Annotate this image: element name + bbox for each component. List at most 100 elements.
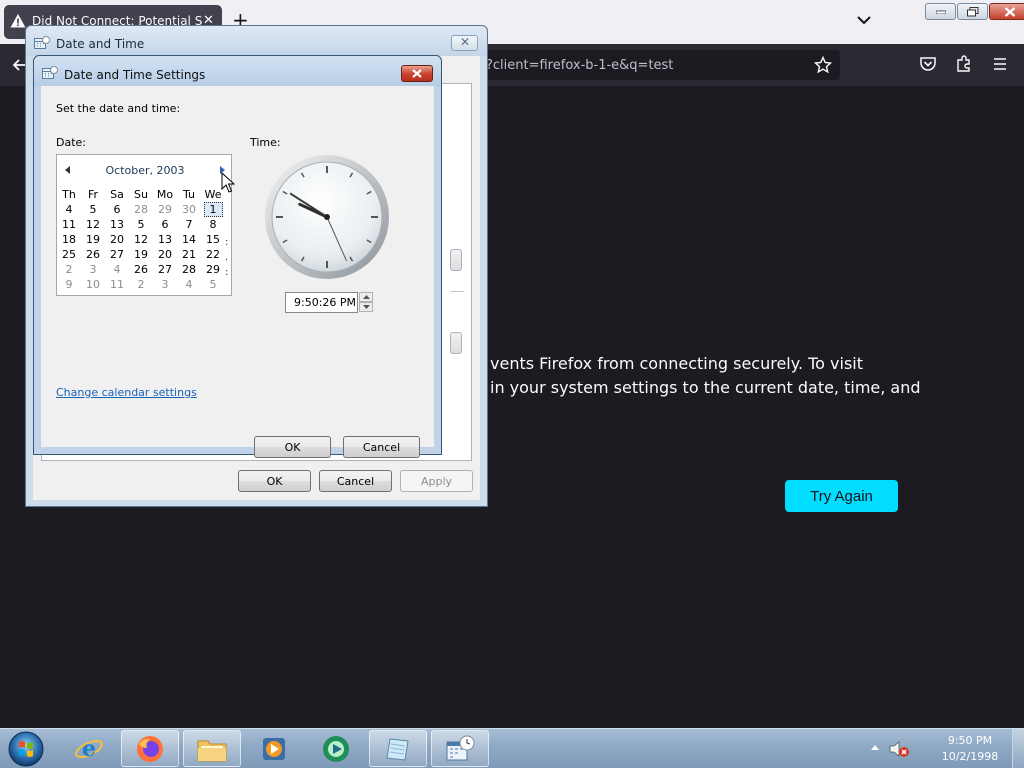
calendar-day[interactable]: 4 xyxy=(105,262,129,277)
calendar-day[interactable]: 20 xyxy=(105,232,129,247)
calendar-day[interactable]: 30 xyxy=(177,202,201,217)
calendar-day[interactable]: 5 xyxy=(201,277,225,292)
weekday-header: Fr xyxy=(87,188,99,201)
calendar-day[interactable]: 28 xyxy=(177,262,201,277)
calendar-day[interactable]: 28 xyxy=(129,202,153,217)
bookmark-star-icon[interactable] xyxy=(814,56,832,74)
calendar-day[interactable]: 10 xyxy=(81,277,105,292)
calendar-day[interactable]: 12 xyxy=(81,217,105,232)
calendar-day[interactable]: 13 xyxy=(153,232,177,247)
taskbar: e 9:50 PM 10/2/1998 xyxy=(0,728,1024,768)
calendar-clock-icon xyxy=(446,735,475,760)
weekday-header: Th xyxy=(62,188,76,201)
internet-explorer-icon: e xyxy=(75,736,103,762)
truncated-column: :.: xyxy=(225,237,229,278)
close-button[interactable]: ✕ xyxy=(451,35,478,51)
time-input[interactable]: 9:50:26 PM xyxy=(285,292,358,313)
try-again-button[interactable]: Try Again xyxy=(785,480,898,512)
calendar-day[interactable]: 6 xyxy=(105,202,129,217)
calendar-day[interactable]: 25 xyxy=(57,247,81,262)
minimize-button[interactable] xyxy=(925,3,956,20)
chevron-down-icon[interactable] xyxy=(856,12,872,28)
ok-button[interactable]: OK xyxy=(254,436,331,458)
calendar-day[interactable]: 15 xyxy=(201,232,225,247)
calendar-day[interactable]: 5 xyxy=(129,217,153,232)
restore-button[interactable] xyxy=(957,3,988,20)
close-window-button[interactable] xyxy=(989,3,1024,20)
calendar-day[interactable]: 26 xyxy=(129,262,153,277)
calendar-day[interactable]: 20 xyxy=(153,247,177,262)
cancel-button[interactable]: Cancel xyxy=(319,470,392,492)
taskbar-media-player[interactable] xyxy=(245,730,303,767)
taskbar-internet-explorer[interactable]: e xyxy=(60,730,118,767)
calendar-day-selected[interactable]: 1 xyxy=(201,202,225,217)
calendar-day[interactable]: 19 xyxy=(81,232,105,247)
taskbar-windows-explorer[interactable] xyxy=(183,730,241,767)
calendar-day[interactable]: 2 xyxy=(129,277,153,292)
date-time-settings-dialog: Date and Time Settings Set the date and … xyxy=(33,55,442,458)
change-settings-button[interactable] xyxy=(450,332,462,354)
taskbar-firefox[interactable] xyxy=(121,730,179,767)
calendar-day[interactable]: 29 xyxy=(201,262,225,277)
instruction-text: Set the date and time: xyxy=(56,102,181,115)
calendar-day[interactable]: 4 xyxy=(177,277,201,292)
calendar-clock-icon xyxy=(34,36,50,49)
system-clock[interactable]: 9:50 PM 10/2/1998 xyxy=(930,733,1010,765)
change-calendar-settings-link[interactable]: Change calendar settings xyxy=(56,386,197,399)
ok-button[interactable]: OK xyxy=(238,470,311,492)
calendar-day[interactable]: 21 xyxy=(177,247,201,262)
apply-button[interactable]: Apply xyxy=(400,470,473,492)
start-button[interactable] xyxy=(4,730,48,768)
calendar-day[interactable]: 7 xyxy=(177,217,201,232)
calendar-day[interactable]: 22 xyxy=(201,247,225,262)
taskbar-notepad[interactable] xyxy=(369,730,427,767)
calendar-day[interactable]: 3 xyxy=(153,277,177,292)
cancel-button[interactable]: Cancel xyxy=(343,436,420,458)
dialog-title-bar: Date and Time Settings xyxy=(34,56,441,86)
calendar-day[interactable]: 27 xyxy=(105,247,129,262)
calendar-day[interactable]: 19 xyxy=(129,247,153,262)
time-label: Time: xyxy=(250,136,281,149)
calendar-day[interactable]: 4 xyxy=(57,202,81,217)
show-desktop-button[interactable] xyxy=(1012,729,1024,768)
calendar-day[interactable]: 11 xyxy=(105,277,129,292)
calendar-day[interactable]: 5 xyxy=(81,202,105,217)
time-spinner[interactable] xyxy=(359,292,373,313)
calendar-day[interactable]: 26 xyxy=(81,247,105,262)
calendar-day[interactable]: 11 xyxy=(57,217,81,232)
calendar-day[interactable]: 29 xyxy=(153,202,177,217)
divider xyxy=(450,291,464,292)
mouse-cursor-icon xyxy=(221,172,235,193)
error-line: in your system settings to the current d… xyxy=(490,378,921,397)
calendar-day[interactable]: 18 xyxy=(57,232,81,247)
show-hidden-icons-icon[interactable] xyxy=(871,745,879,750)
change-time-zone-button[interactable] xyxy=(450,249,462,271)
close-icon: ✕ xyxy=(460,35,471,49)
url-text: ?client=firefox-b-1-e&q=test xyxy=(486,58,674,73)
pocket-icon[interactable] xyxy=(919,55,937,73)
close-button[interactable] xyxy=(401,65,433,82)
calendar-day[interactable]: 6 xyxy=(153,217,177,232)
calendar-grid: Th Fr Sa Su Mo Tu We 4 5 6 28 29 30 1 11 12 13 5 6 7 8 18 19 2… xyxy=(57,187,225,292)
calendar[interactable]: October, 2003 Th Fr Sa Su Mo Tu We 4 5 6 28 29 30 1 1… xyxy=(56,154,232,296)
spin-down-icon[interactable] xyxy=(359,302,373,312)
dialog-title-bar: Date and Time ✕ xyxy=(26,26,487,56)
taskbar-date-time[interactable] xyxy=(431,730,489,767)
calendar-day[interactable]: 8 xyxy=(201,217,225,232)
calendar-day[interactable]: 14 xyxy=(177,232,201,247)
spin-up-icon[interactable] xyxy=(359,292,373,302)
volume-muted-icon[interactable] xyxy=(888,740,910,758)
calendar-day[interactable]: 13 xyxy=(105,217,129,232)
extensions-icon[interactable] xyxy=(955,55,973,73)
system-time: 9:50 PM xyxy=(947,734,993,747)
menu-icon[interactable] xyxy=(991,55,1009,73)
calendar-day[interactable]: 9 xyxy=(57,277,81,292)
calendar-day[interactable]: 2 xyxy=(57,262,81,277)
calendar-month[interactable]: October, 2003 xyxy=(57,164,231,177)
calendar-day[interactable]: 27 xyxy=(153,262,177,277)
taskbar-media-center[interactable] xyxy=(307,730,365,767)
url-bar[interactable]: ?client=firefox-b-1-e&q=test xyxy=(470,50,840,80)
folder-icon xyxy=(197,740,227,761)
calendar-day[interactable]: 3 xyxy=(81,262,105,277)
calendar-day[interactable]: 12 xyxy=(129,232,153,247)
